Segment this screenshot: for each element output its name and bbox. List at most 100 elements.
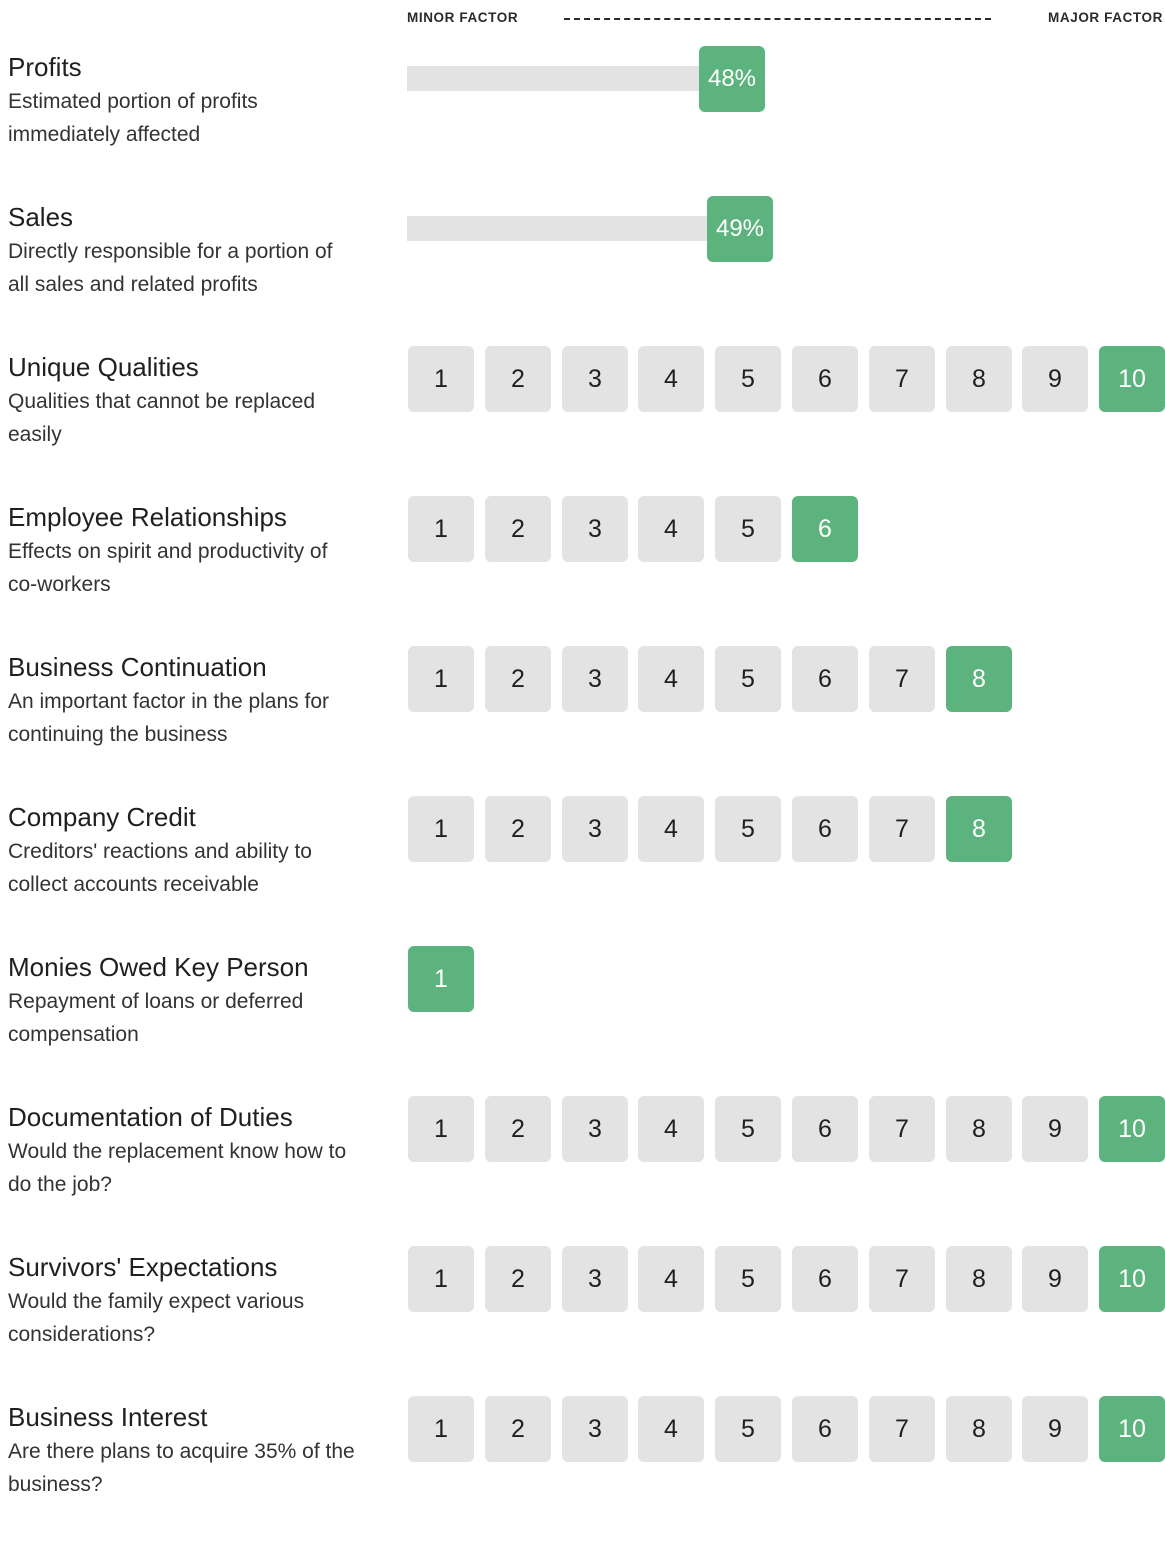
major-factor-label: MAJOR FACTOR [1048, 10, 1163, 25]
rating-cell[interactable]: 9 [1022, 346, 1088, 412]
factor-title: Monies Owed Key Person [8, 952, 309, 982]
rating-cell[interactable]: 1 [408, 346, 474, 412]
factor-title: Business Interest [8, 1402, 208, 1432]
scale-dashed-line [564, 18, 991, 20]
factor-title: Company Credit [8, 802, 196, 832]
factor-description: Qualities that cannot be replaced easily [8, 390, 316, 446]
rating-cell[interactable]: 4 [638, 1246, 704, 1312]
factor-description: Would the family expect various consider… [8, 1290, 305, 1346]
rating-cell[interactable]: 8 [946, 1246, 1012, 1312]
rating-cell[interactable]: 6 [792, 646, 858, 712]
rating-cell[interactable]: 5 [715, 796, 781, 862]
rating-cell[interactable]: 5 [715, 1246, 781, 1312]
factor-row: Unique Qualities Qualities that cannot be… [0, 346, 1165, 496]
factor-title: Employee Relationships [8, 502, 287, 532]
rating-cell[interactable]: 2 [485, 1096, 551, 1162]
rating-cell[interactable]: 6 [792, 1096, 858, 1162]
rating-cell[interactable]: 7 [869, 646, 935, 712]
factor-description: Estimated portion of profits immediately… [8, 90, 258, 146]
rating-cell[interactable]: 3 [562, 796, 628, 862]
rating-cell[interactable]: 1 [408, 1246, 474, 1312]
factor-row: Documentation of Duties Would the replace… [0, 1096, 1165, 1246]
rating-cell[interactable]: 3 [562, 646, 628, 712]
rating-cell[interactable]: 7 [869, 1396, 935, 1462]
rating-cell-selected[interactable]: 10 [1099, 1096, 1165, 1162]
rating-cell[interactable]: 4 [638, 1396, 704, 1462]
percent-track [407, 66, 707, 91]
factor-row: Business Continuation An important factor… [0, 646, 1165, 796]
rating-cell[interactable]: 7 [869, 796, 935, 862]
scale-header: MINOR FACTOR MAJOR FACTOR [407, 10, 1163, 30]
percent-badge: 48% [699, 46, 765, 112]
rating-cell-selected[interactable]: 10 [1099, 1396, 1165, 1462]
rating-cell[interactable]: 4 [638, 496, 704, 562]
factor-row: Employee Relationships Effects on spirit … [0, 496, 1165, 646]
factor-title: Survivors' Expectations [8, 1252, 278, 1282]
rating-cell[interactable]: 4 [638, 346, 704, 412]
rating-cell[interactable]: 5 [715, 496, 781, 562]
factor-row: Profits Estimated portion of profits imme… [0, 46, 1165, 196]
factor-description: Are there plans to acquire 35% of the bu… [8, 1440, 355, 1496]
rating-cell-selected[interactable]: 8 [946, 646, 1012, 712]
rating-cell[interactable]: 1 [408, 496, 474, 562]
rating-cell-selected[interactable]: 8 [946, 796, 1012, 862]
rating-cell[interactable]: 2 [485, 496, 551, 562]
rating-cell[interactable]: 4 [638, 646, 704, 712]
rating-cell[interactable]: 6 [792, 346, 858, 412]
rating-cell[interactable]: 3 [562, 1246, 628, 1312]
rating-cell[interactable]: 7 [869, 1246, 935, 1312]
rating-cell[interactable]: 7 [869, 346, 935, 412]
rating-cell[interactable]: 3 [562, 1396, 628, 1462]
rating-cell[interactable]: 2 [485, 1396, 551, 1462]
factor-title: Profits [8, 52, 82, 82]
factor-title: Sales [8, 202, 74, 232]
rating-cell-selected[interactable]: 10 [1099, 1246, 1165, 1312]
factor-description: Directly responsible for a portion of al… [8, 240, 333, 296]
rating-cell[interactable]: 8 [946, 1396, 1012, 1462]
rating-cell[interactable]: 4 [638, 796, 704, 862]
factor-row: Business Interest Are there plans to acqu… [0, 1396, 1165, 1546]
rating-cell[interactable]: 8 [946, 346, 1012, 412]
percent-badge: 49% [707, 196, 773, 262]
rating-cell[interactable]: 3 [562, 1096, 628, 1162]
factor-row: Sales Directly responsible for a portion … [0, 196, 1165, 346]
rating-cell[interactable]: 3 [562, 346, 628, 412]
rating-cell[interactable]: 5 [715, 346, 781, 412]
rating-cell[interactable]: 1 [408, 1396, 474, 1462]
factor-description: Would the replacement know how to do the… [8, 1140, 347, 1196]
rating-cell[interactable]: 2 [485, 796, 551, 862]
rating-cell[interactable]: 1 [408, 796, 474, 862]
rating-cell[interactable]: 6 [792, 1396, 858, 1462]
rating-cell-selected[interactable]: 6 [792, 496, 858, 562]
rating-cell[interactable]: 6 [792, 1246, 858, 1312]
minor-factor-label: MINOR FACTOR [407, 10, 519, 25]
rating-cell[interactable]: 2 [485, 646, 551, 712]
rating-cell[interactable]: 6 [792, 796, 858, 862]
rating-cell[interactable]: 3 [562, 496, 628, 562]
factor-description: An important factor in the plans for con… [8, 690, 329, 746]
rating-cell[interactable]: 5 [715, 646, 781, 712]
factor-description: Repayment of loans or deferred compensat… [8, 990, 304, 1046]
rating-cell-selected[interactable]: 1 [408, 946, 474, 1012]
rating-cell[interactable]: 9 [1022, 1396, 1088, 1462]
rating-cell[interactable]: 8 [946, 1096, 1012, 1162]
rating-cell[interactable]: 7 [869, 1096, 935, 1162]
rating-cell[interactable]: 2 [485, 1246, 551, 1312]
factor-description: Effects on spirit and productivity of co… [8, 540, 328, 596]
rating-cell[interactable]: 1 [408, 646, 474, 712]
rating-cell[interactable]: 5 [715, 1096, 781, 1162]
rating-cell[interactable]: 4 [638, 1096, 704, 1162]
rating-cell[interactable]: 1 [408, 1096, 474, 1162]
rating-cell[interactable]: 9 [1022, 1096, 1088, 1162]
percent-track [407, 216, 707, 241]
rating-cell-selected[interactable]: 10 [1099, 346, 1165, 412]
factor-row: Survivors' Expectations Would the family … [0, 1246, 1165, 1396]
rating-cell[interactable]: 2 [485, 346, 551, 412]
factor-description: Creditors' reactions and ability to coll… [8, 840, 312, 896]
factor-title: Documentation of Duties [8, 1102, 293, 1132]
factor-row: Monies Owed Key Person Repayment of loans… [0, 946, 1165, 1096]
rating-cell[interactable]: 5 [715, 1396, 781, 1462]
factor-title: Business Continuation [8, 652, 267, 682]
factor-row: Company Credit Creditors' reactions and a… [0, 796, 1165, 946]
rating-cell[interactable]: 9 [1022, 1246, 1088, 1312]
